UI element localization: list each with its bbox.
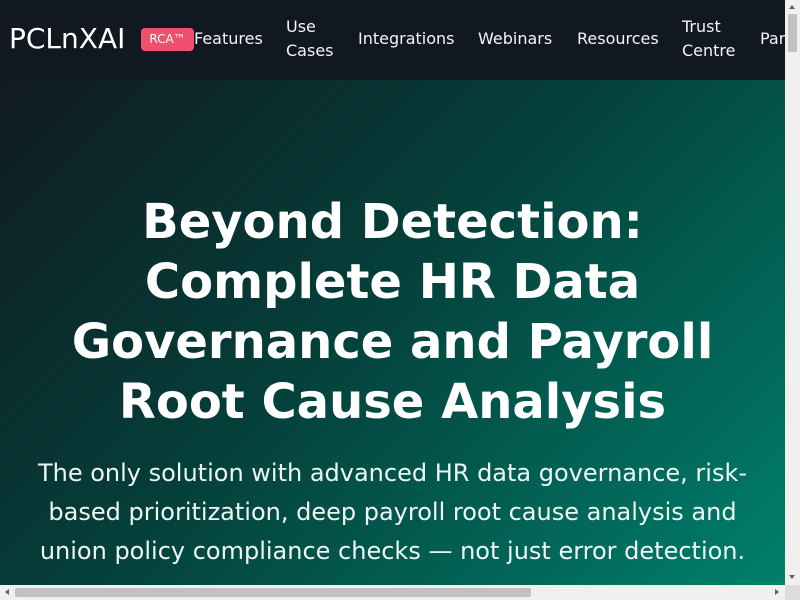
nav-link-use-cases-line2: Cases: [286, 41, 334, 60]
nav-link-integrations[interactable]: Integrations: [358, 27, 455, 51]
hero-title-line: Root Cause Analysis: [118, 374, 667, 430]
scroll-up-arrow-icon[interactable]: [789, 5, 795, 9]
nav-link-features[interactable]: Features: [194, 27, 263, 51]
nav-link-webinars[interactable]: Webinars: [478, 27, 552, 51]
vertical-scrollbar-thumb[interactable]: [788, 14, 797, 52]
horizontal-scrollbar[interactable]: [0, 585, 785, 600]
hero-title-line: Beyond Detection:: [142, 194, 643, 250]
nav-link-trust-centre[interactable]: Trust Centre: [682, 15, 736, 63]
vertical-scrollbar[interactable]: [785, 0, 800, 585]
nav-link-partial[interactable]: Par: [760, 27, 785, 51]
hero-subtitle-line: union policy compliance checks — not jus…: [39, 537, 746, 565]
hero-title-line: Complete HR Data: [144, 254, 641, 310]
scroll-down-arrow-icon[interactable]: [789, 575, 795, 579]
hero-subtitle: The only solution with advanced HR data …: [20, 454, 765, 571]
hero-subtitle-line: The only solution with advanced HR data …: [37, 459, 748, 487]
scroll-right-arrow-icon[interactable]: [775, 589, 779, 595]
hero-section: Beyond Detection: Complete HR Data Gover…: [0, 80, 785, 585]
hero-title-line: Governance and Payroll: [71, 314, 714, 370]
horizontal-scrollbar-thumb[interactable]: [15, 588, 531, 597]
hero-subtitle-line: based prioritization, deep payroll root …: [48, 498, 737, 526]
nav-link-trust-centre-line2: Centre: [682, 41, 736, 60]
nav-link-trust-centre-line1: Trust: [682, 17, 721, 36]
top-navbar: PCLnXAI RCA™ Features Use Cases Integrat…: [0, 0, 785, 80]
brand-logo[interactable]: PCLnXAI: [9, 21, 125, 57]
hero-title: Beyond Detection: Complete HR Data Gover…: [20, 192, 765, 432]
scroll-left-arrow-icon[interactable]: [5, 589, 9, 595]
nav-link-use-cases[interactable]: Use Cases: [286, 15, 334, 63]
nav-link-use-cases-line1: Use: [286, 17, 316, 36]
scrollbar-corner: [785, 585, 800, 600]
nav-link-resources[interactable]: Resources: [577, 27, 659, 51]
page-viewport: PCLnXAI RCA™ Features Use Cases Integrat…: [0, 0, 785, 585]
rca-badge: RCA™: [141, 28, 194, 51]
